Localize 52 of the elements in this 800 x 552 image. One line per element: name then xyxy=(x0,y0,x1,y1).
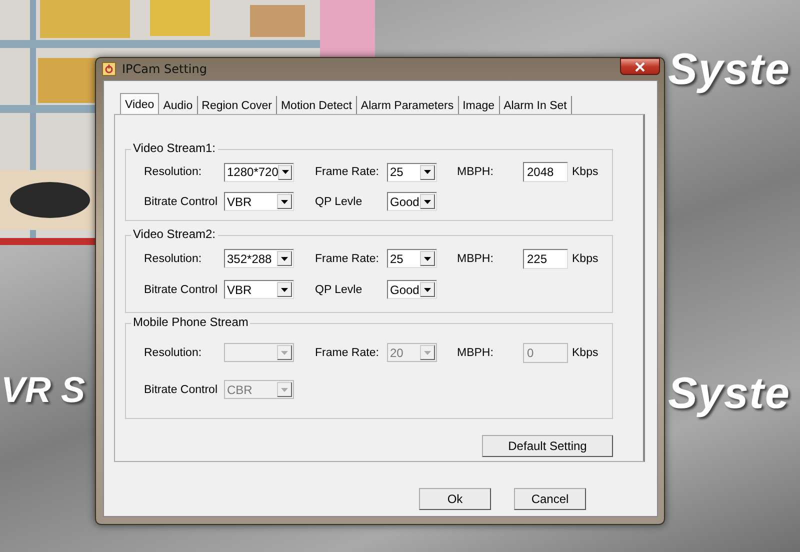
caret-icon xyxy=(281,288,288,292)
unit-label: Kbps xyxy=(572,346,600,358)
field-label: Resolution: xyxy=(144,166,203,178)
field-label: Frame Rate: xyxy=(315,346,380,358)
group-title: Video Stream2: xyxy=(131,227,218,241)
caret-icon xyxy=(424,288,431,292)
dialog-button[interactable]: Ok xyxy=(419,488,491,510)
field-label: MBPH: xyxy=(457,346,494,358)
dropdown[interactable]: Good xyxy=(387,192,437,212)
dropdown[interactable]: 1280*720 xyxy=(224,162,294,182)
app-icon xyxy=(102,62,116,76)
default-setting-button[interactable]: Default Setting xyxy=(482,435,613,457)
tab[interactable]: Video xyxy=(120,93,160,114)
caret-icon xyxy=(281,350,288,354)
field-label: QP Levle xyxy=(315,284,364,296)
group-title: Video Stream1: xyxy=(131,141,218,155)
dialog-button[interactable]: Cancel xyxy=(514,488,586,510)
logo-text: Syste xyxy=(668,48,790,92)
field-label: Bitrate Control xyxy=(144,196,219,208)
caret-icon xyxy=(281,200,288,204)
close-icon xyxy=(635,62,645,72)
field-label: Bitrate Control xyxy=(144,384,219,396)
field-label: QP Levle xyxy=(315,196,364,208)
dropdown[interactable]: 25 xyxy=(387,249,437,268)
field-label: Bitrate Control xyxy=(144,284,219,296)
logo-text: VR S xyxy=(1,372,86,408)
unit-label: Kbps xyxy=(572,252,600,264)
unit-label: Kbps xyxy=(572,166,600,178)
field-label: Resolution: xyxy=(144,252,203,264)
input-field[interactable]: 2048 xyxy=(523,162,568,182)
field-label: MBPH: xyxy=(457,252,494,264)
caret-icon xyxy=(424,256,431,260)
dropdown[interactable]: VBR xyxy=(224,280,294,299)
dropdown[interactable]: 25 xyxy=(387,162,437,182)
field-label: Frame Rate: xyxy=(315,166,380,178)
caret-icon xyxy=(282,170,289,174)
group-title: Mobile Phone Stream xyxy=(131,315,250,329)
dropdown[interactable]: 352*288 xyxy=(224,249,294,268)
logo-text: Syste xyxy=(668,372,790,416)
window-title: IPCam Setting xyxy=(122,62,207,76)
caret-icon xyxy=(424,350,431,354)
caret-icon xyxy=(424,170,431,174)
input-field[interactable]: 225 xyxy=(523,248,568,268)
field-label: MBPH: xyxy=(457,166,494,178)
dropdown[interactable]: VBR xyxy=(224,192,294,212)
dropdown[interactable]: Good xyxy=(387,280,437,299)
caret-icon xyxy=(281,388,288,392)
field-label: Frame Rate: xyxy=(315,252,380,264)
close-button[interactable] xyxy=(620,58,660,75)
caret-icon xyxy=(281,256,288,260)
caret-icon xyxy=(424,200,431,204)
field-label: Resolution: xyxy=(144,346,203,358)
